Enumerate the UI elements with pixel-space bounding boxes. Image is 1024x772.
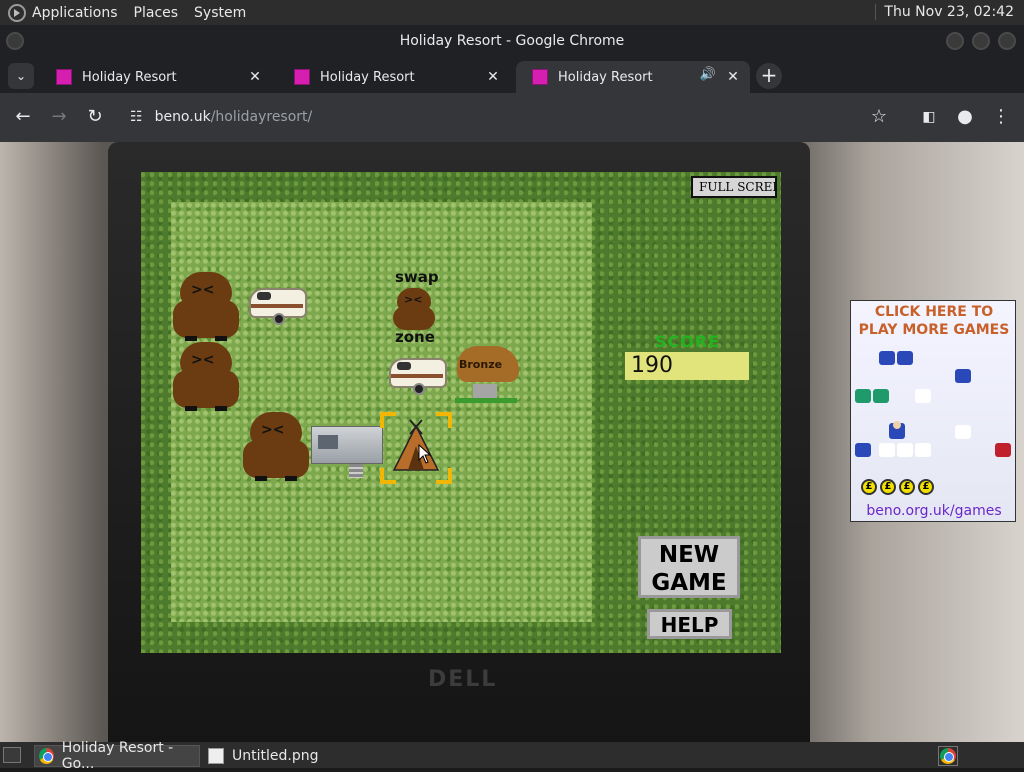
reload-icon[interactable]: ↻ bbox=[83, 105, 107, 129]
profile-icon[interactable]: ● bbox=[953, 105, 977, 129]
score-value: 190 bbox=[625, 352, 749, 380]
chrome-icon bbox=[39, 748, 54, 764]
ad-block bbox=[897, 443, 913, 457]
caravan-piece[interactable] bbox=[389, 354, 447, 396]
address-bar[interactable]: ☷ beno.uk/holidayresort/ bbox=[118, 101, 898, 133]
system-top-bar: Applications Places System Thu Nov 23, 0… bbox=[0, 0, 1024, 25]
help-button[interactable]: HELP bbox=[647, 609, 732, 639]
ad-block bbox=[879, 443, 895, 457]
caravan-piece[interactable] bbox=[249, 284, 307, 326]
ad-block bbox=[855, 389, 871, 403]
tab-close-icon[interactable]: ✕ bbox=[484, 68, 502, 86]
taskbar-item-chrome[interactable]: Holiday Resort - Go... bbox=[34, 740, 200, 772]
ad-link[interactable]: beno.org.uk/games bbox=[851, 503, 1015, 519]
page-content: DELL FULL SCREEN >< >< >< swap >< zo bbox=[0, 142, 1024, 742]
coin-icon: £ bbox=[918, 479, 934, 495]
tab-strip: ⌄ Holiday Resort ✕ Holiday Resort ✕ Holi… bbox=[0, 57, 1024, 93]
ad-headline-line2: PLAY MORE GAMES bbox=[858, 322, 1010, 338]
window-menu-icon[interactable] bbox=[6, 32, 24, 50]
site-info-icon[interactable]: ☷ bbox=[130, 109, 143, 125]
tent-icon bbox=[392, 419, 440, 471]
bear-piece[interactable]: >< bbox=[243, 412, 309, 482]
favicon-icon bbox=[56, 69, 72, 85]
tab-title: Holiday Resort bbox=[558, 69, 653, 85]
taskbar-item-label: Untitled.png bbox=[232, 748, 319, 764]
tab-title: Holiday Resort bbox=[320, 69, 415, 85]
tab-search-chevron-icon[interactable]: ⌄ bbox=[8, 63, 34, 89]
side-panel-icon[interactable]: ◧ bbox=[917, 105, 941, 129]
show-desktop-icon[interactable] bbox=[3, 747, 21, 763]
mobile-home-piece[interactable] bbox=[311, 418, 383, 478]
mouse-pointer-icon bbox=[418, 444, 432, 464]
ad-block bbox=[915, 443, 931, 457]
ad-block bbox=[879, 351, 895, 365]
ad-headline-line1: CLICK HERE TO bbox=[874, 304, 994, 320]
system-clock[interactable]: Thu Nov 23, 02:42 bbox=[875, 4, 1014, 20]
url-path: /holidayresort/ bbox=[210, 109, 313, 125]
ad-block bbox=[915, 389, 931, 403]
score-label: SCORE bbox=[655, 332, 721, 351]
back-arrow-icon[interactable]: ← bbox=[11, 105, 35, 129]
menu-applications[interactable]: Applications bbox=[32, 5, 118, 21]
new-game-button[interactable]: NEW GAME bbox=[638, 536, 740, 598]
minimize-window-icon[interactable] bbox=[946, 32, 964, 50]
menu-system[interactable]: System bbox=[194, 5, 246, 21]
laptop-logo: DELL bbox=[428, 667, 498, 692]
taskbar: Holiday Resort - Go... Untitled.png bbox=[0, 740, 1024, 772]
forward-arrow-icon[interactable]: → bbox=[47, 105, 71, 129]
tab-holiday-resort-2[interactable]: Holiday Resort ✕ bbox=[278, 61, 510, 93]
taskbar-item-image[interactable]: Untitled.png bbox=[204, 745, 384, 767]
window-title: Holiday Resort - Google Chrome bbox=[399, 33, 625, 49]
tray-chrome-icon[interactable] bbox=[938, 746, 958, 766]
ad-block bbox=[955, 425, 971, 439]
selected-cell[interactable] bbox=[380, 412, 452, 484]
ad-character-icon bbox=[889, 421, 905, 439]
ad-block bbox=[955, 369, 971, 383]
tab-title: Holiday Resort bbox=[82, 69, 177, 85]
game-canvas[interactable]: FULL SCREEN >< >< >< swap >< zone bbox=[141, 172, 781, 653]
new-game-label-line1: NEW bbox=[658, 542, 720, 568]
url-host: beno.uk bbox=[154, 109, 211, 125]
fullscreen-button[interactable]: FULL SCREEN bbox=[691, 176, 777, 198]
trophy-grass bbox=[455, 398, 517, 403]
tab-audio-icon[interactable]: 🔊 bbox=[700, 67, 716, 82]
close-window-icon[interactable] bbox=[998, 32, 1016, 50]
distro-logo-icon[interactable] bbox=[8, 3, 26, 22]
window-title-bar: Holiday Resort - Google Chrome bbox=[0, 25, 1024, 57]
trophy-plinth bbox=[473, 384, 497, 398]
bear-piece[interactable]: >< bbox=[173, 342, 239, 412]
swap-zone-label-bottom: zone bbox=[395, 328, 435, 346]
image-file-icon bbox=[208, 748, 224, 764]
new-tab-button[interactable]: + bbox=[756, 63, 782, 89]
tab-holiday-resort-3[interactable]: Holiday Resort 🔊 ✕ bbox=[516, 61, 750, 93]
swap-zone-bear[interactable]: >< bbox=[393, 288, 435, 332]
bronze-trophy: Bronze bbox=[453, 340, 523, 410]
ad-block bbox=[873, 389, 889, 403]
tab-holiday-resort-1[interactable]: Holiday Resort ✕ bbox=[40, 61, 272, 93]
favicon-icon bbox=[294, 69, 310, 85]
ad-block bbox=[855, 443, 871, 457]
favicon-icon bbox=[532, 69, 548, 85]
coin-icon: £ bbox=[899, 479, 915, 495]
taskbar-item-label: Holiday Resort - Go... bbox=[61, 740, 174, 772]
ad-block bbox=[995, 443, 1011, 457]
maximize-window-icon[interactable] bbox=[972, 32, 990, 50]
more-menu-icon[interactable]: ⋮ bbox=[989, 105, 1013, 129]
menu-places[interactable]: Places bbox=[134, 5, 179, 21]
trophy-label: Bronze bbox=[459, 358, 503, 371]
more-games-ad[interactable]: CLICK HERE TO PLAY MORE GAMES £ £ £ £ be… bbox=[850, 300, 1016, 522]
swap-zone-label-top: swap bbox=[395, 268, 439, 286]
coin-icon: £ bbox=[880, 479, 896, 495]
browser-toolbar: ← → ↻ ☷ beno.uk/holidayresort/ ☆ ◧ ● ⋮ bbox=[0, 93, 1024, 142]
coin-icon: £ bbox=[861, 479, 877, 495]
tab-close-icon[interactable]: ✕ bbox=[246, 68, 264, 86]
tab-close-icon[interactable]: ✕ bbox=[724, 68, 742, 86]
ad-headline: CLICK HERE TO PLAY MORE GAMES bbox=[851, 303, 1015, 339]
bookmark-star-icon[interactable]: ☆ bbox=[867, 105, 891, 129]
ad-block bbox=[897, 351, 913, 365]
bear-piece[interactable]: >< bbox=[173, 272, 239, 342]
new-game-label-line2: GAME bbox=[651, 570, 727, 596]
